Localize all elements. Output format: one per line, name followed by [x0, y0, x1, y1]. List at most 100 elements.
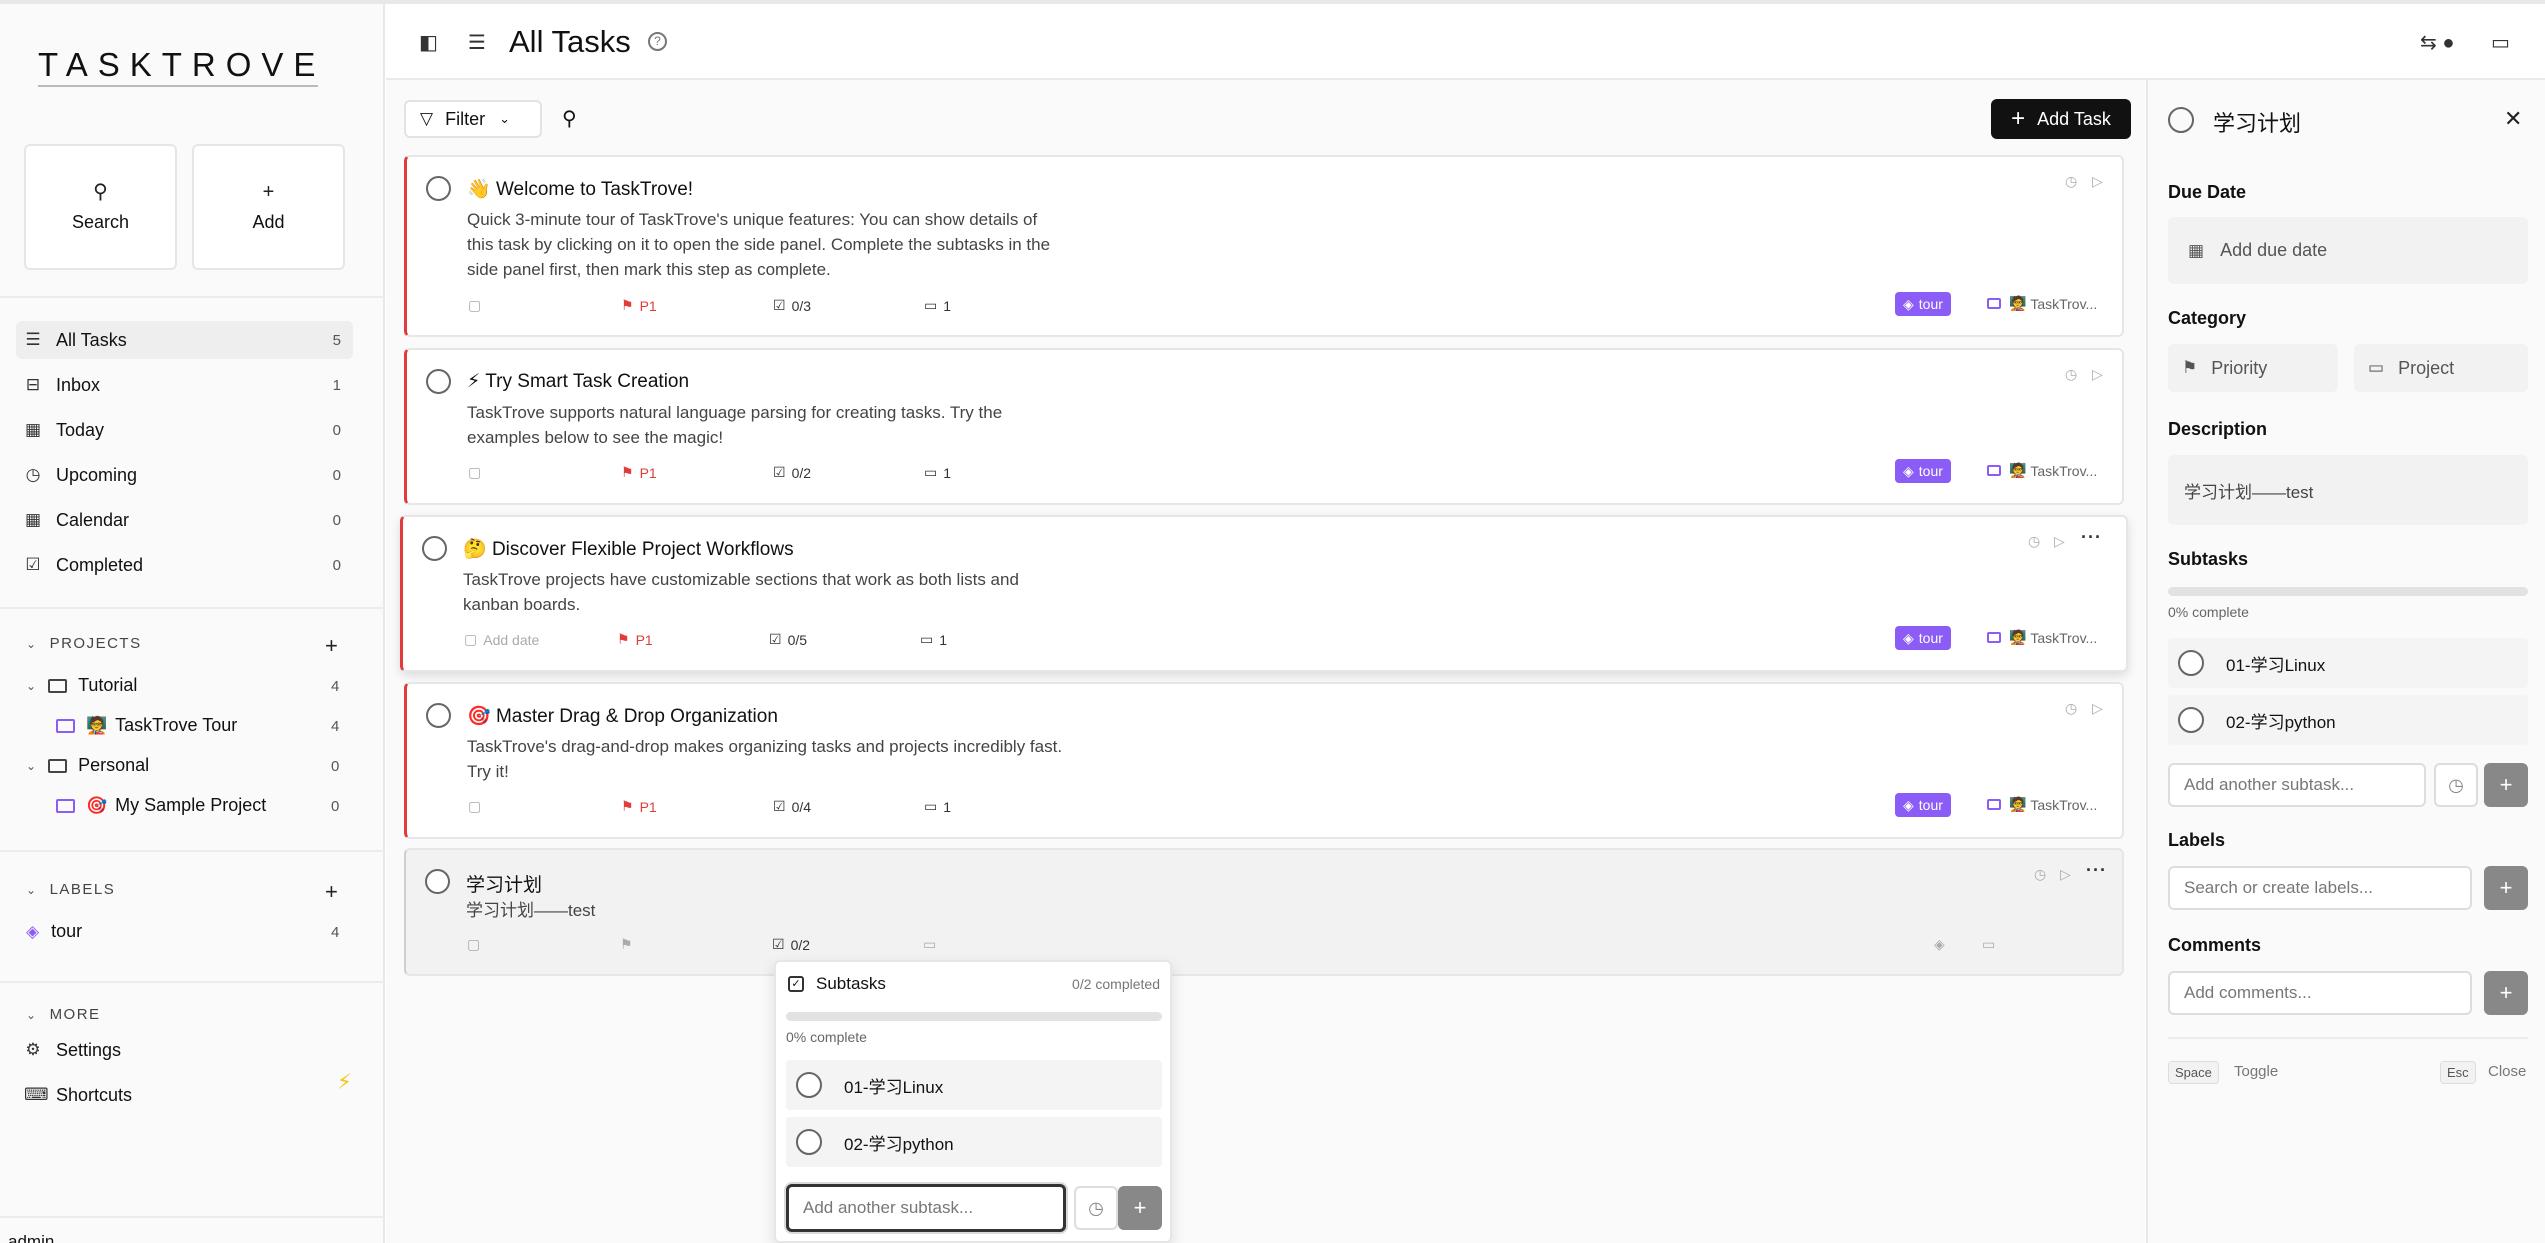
nav-all-tasks[interactable]: ☰ All Tasks 5: [16, 321, 353, 359]
play-icon[interactable]: ▷: [2054, 533, 2065, 550]
label-tag[interactable]: ◈ tour: [1895, 459, 1951, 483]
labels-search-input[interactable]: Search or create labels...: [2168, 866, 2472, 910]
nav-settings[interactable]: ⚙ Settings: [16, 1031, 353, 1069]
subtask-checkbox[interactable]: [2178, 707, 2204, 733]
due-date-field[interactable]: ▦ Add due date: [2168, 217, 2528, 284]
task-complete-checkbox[interactable]: [426, 369, 451, 394]
subtask-item[interactable]: 01-学习Linux: [2168, 638, 2528, 688]
subtask-count[interactable]: ☑ 0/3: [773, 297, 811, 314]
add-subtask-input[interactable]: Add another subtask...: [2168, 763, 2426, 807]
comment-count[interactable]: ▭ 1: [924, 297, 951, 314]
subtask-checkbox[interactable]: [2178, 650, 2204, 676]
tag-icon[interactable]: ◈: [1934, 936, 1945, 953]
folder-icon[interactable]: ▭: [1982, 936, 1995, 953]
flag-icon[interactable]: ⚑: [620, 936, 633, 953]
lightning-icon[interactable]: ⚡: [337, 1070, 352, 1095]
clock-icon[interactable]: ◷: [2028, 533, 2040, 550]
task-complete-checkbox[interactable]: [425, 869, 450, 894]
sort-settings-icon[interactable]: ⇆ ●: [2420, 30, 2454, 55]
due-date-icon[interactable]: ▢: [468, 297, 481, 314]
help-icon[interactable]: ?: [648, 32, 667, 51]
estimate-clock-button[interactable]: ◷: [1074, 1186, 1118, 1230]
list-view-icon[interactable]: ☰: [468, 30, 486, 55]
due-date-icon[interactable]: ▢: [468, 798, 481, 815]
labels-section-toggle[interactable]: ⌄ LABELS: [26, 881, 115, 898]
add-subtask-button[interactable]: +: [2484, 763, 2528, 807]
panel-task-title[interactable]: 学习计划: [2213, 106, 2301, 138]
play-icon[interactable]: ▷: [2092, 700, 2103, 717]
label-tag[interactable]: ◈ tour: [1895, 793, 1951, 817]
play-icon[interactable]: ▷: [2092, 366, 2103, 383]
project-group-personal[interactable]: ⌄ Personal: [26, 755, 149, 776]
projects-section-toggle[interactable]: ⌄ PROJECTS: [26, 635, 142, 652]
search-icon[interactable]: ⚲: [562, 106, 577, 131]
nav-completed[interactable]: ☑ Completed 0: [16, 546, 353, 584]
task-project[interactable]: 🧑‍🏫 TaskTrov...: [1987, 629, 2097, 646]
clock-icon[interactable]: ◷: [2065, 366, 2077, 383]
comment-count[interactable]: ▭ 1: [920, 631, 947, 648]
project-tasktrove-tour[interactable]: 🧑‍🏫 TaskTrove Tour: [56, 715, 237, 736]
label-tag[interactable]: ◈ tour: [1895, 292, 1951, 316]
quick-add-button[interactable]: + Add: [192, 144, 345, 270]
priority-badge[interactable]: ⚑ P1: [621, 464, 657, 481]
subtask-count[interactable]: ☑ 0/5: [769, 631, 807, 648]
priority-badge[interactable]: ⚑ P1: [621, 297, 657, 314]
comment-count[interactable]: ▭ 1: [924, 464, 951, 481]
play-icon[interactable]: ▷: [2060, 866, 2071, 883]
comment-count[interactable]: ▭ 1: [924, 798, 951, 815]
project-selector[interactable]: ▭ Project: [2354, 344, 2528, 392]
task-card[interactable]: 🎯 Master Drag & Drop Organization TaskTr…: [404, 682, 2124, 839]
subtask-item[interactable]: 02-学习python: [786, 1117, 1162, 1167]
quick-search-button[interactable]: ⚲ Search: [24, 144, 177, 270]
task-card[interactable]: 👋 Welcome to TaskTrove! Quick 3-minute t…: [404, 155, 2124, 337]
description-field[interactable]: 学习计划——test: [2168, 455, 2528, 525]
project-group-tutorial[interactable]: ⌄ Tutorial: [26, 675, 137, 696]
add-label-button[interactable]: +: [325, 881, 338, 903]
estimate-clock-button[interactable]: ◷: [2434, 763, 2478, 807]
subtask-checkbox[interactable]: [796, 1129, 822, 1155]
app-logo[interactable]: TASKTROVE: [38, 46, 325, 84]
add-comment-button[interactable]: +: [2484, 971, 2528, 1015]
clock-icon[interactable]: ◷: [2034, 866, 2046, 883]
project-my-sample-project[interactable]: 🎯 My Sample Project: [56, 795, 266, 816]
task-project[interactable]: 🧑‍🏫 TaskTrov...: [1987, 295, 2097, 312]
due-date-icon[interactable]: ▢: [468, 464, 481, 481]
priority-badge[interactable]: ⚑ P1: [617, 631, 653, 648]
due-date-icon[interactable]: ▢: [467, 936, 480, 953]
add-task-button[interactable]: + Add Task: [1991, 99, 2131, 139]
subtask-item[interactable]: 01-学习Linux: [786, 1060, 1162, 1110]
more-options-icon[interactable]: ···: [2081, 527, 2102, 548]
add-date-button[interactable]: ▢ Add date: [464, 631, 539, 648]
task-complete-checkbox[interactable]: [422, 536, 447, 561]
nav-shortcuts[interactable]: ⌨ Shortcuts: [16, 1076, 353, 1114]
nav-today[interactable]: ▦ Today 0: [16, 411, 353, 449]
task-complete-checkbox[interactable]: [426, 703, 451, 728]
task-complete-checkbox[interactable]: [426, 176, 451, 201]
add-label-button[interactable]: +: [2484, 866, 2528, 910]
subtask-checkbox[interactable]: [796, 1072, 822, 1098]
nav-upcoming[interactable]: ◷ Upcoming 0: [16, 456, 353, 494]
comments-input[interactable]: Add comments...: [2168, 971, 2472, 1015]
task-card-selected[interactable]: 学习计划 学习计划——test ▢ ⚑ ☑ 0/2 ▭ ◈ ▭ ◷ ▷ ···: [404, 848, 2124, 976]
add-subtask-input[interactable]: Add another subtask...: [786, 1184, 1066, 1232]
subtask-count[interactable]: ☑ 0/4: [773, 798, 811, 815]
more-section-toggle[interactable]: ⌄ MORE: [26, 1006, 101, 1023]
clock-icon[interactable]: ◷: [2065, 700, 2077, 717]
subtask-count[interactable]: ☑ 0/2: [772, 936, 810, 953]
task-card[interactable]: ⚡ Try Smart Task Creation TaskTrove supp…: [404, 348, 2124, 505]
nav-inbox[interactable]: ⊟ Inbox 1: [16, 366, 353, 404]
clock-icon[interactable]: ◷: [2065, 173, 2077, 190]
task-project[interactable]: 🧑‍🏫 TaskTrov...: [1987, 796, 2097, 813]
task-card[interactable]: 🤔 Discover Flexible Project Workflows Ta…: [400, 515, 2128, 672]
label-tour[interactable]: ◈ tour: [26, 921, 82, 942]
more-options-icon[interactable]: ···: [2086, 860, 2107, 881]
add-subtask-button[interactable]: +: [1118, 1186, 1162, 1230]
priority-selector[interactable]: ⚑ Priority: [2168, 344, 2338, 392]
subtask-count[interactable]: ☑ 0/2: [773, 464, 811, 481]
user-menu[interactable]: admin: [8, 1232, 54, 1243]
priority-badge[interactable]: ⚑ P1: [621, 798, 657, 815]
monitor-icon[interactable]: ▭: [2491, 30, 2510, 55]
comment-icon[interactable]: ▭: [923, 936, 936, 953]
sidebar-toggle-icon[interactable]: ◧: [419, 30, 438, 55]
nav-calendar[interactable]: ▦ Calendar 0: [16, 501, 353, 539]
